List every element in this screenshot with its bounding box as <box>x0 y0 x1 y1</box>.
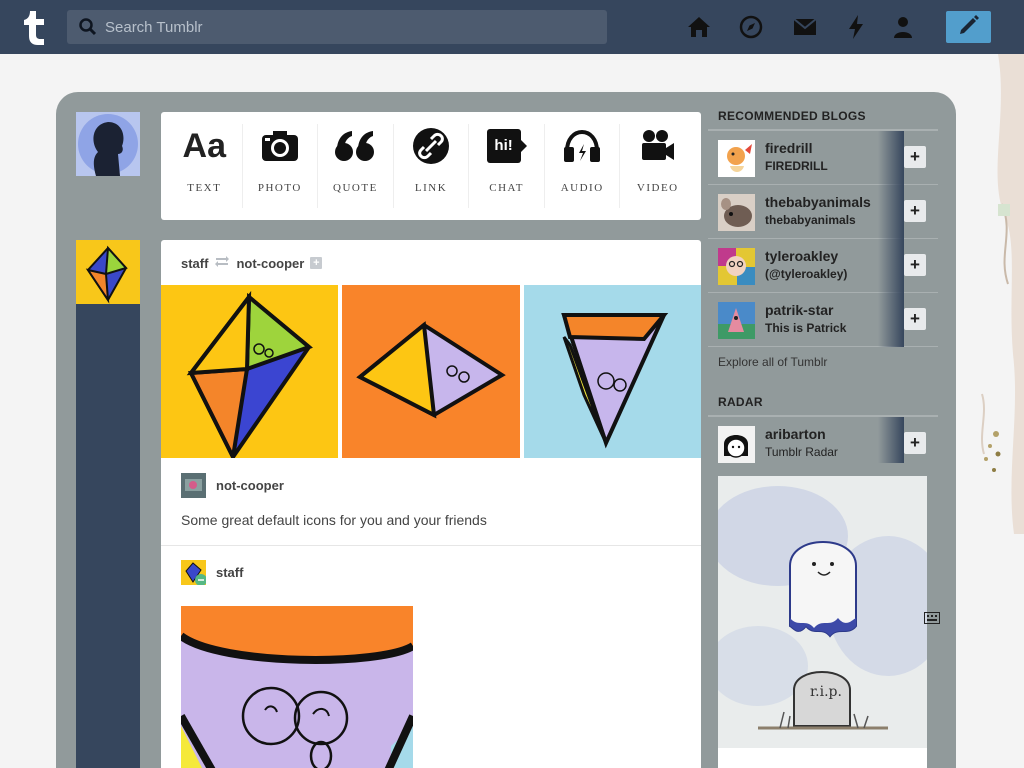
background-illustration <box>968 54 1024 768</box>
search-icon <box>79 18 97 41</box>
follow-button[interactable]: + <box>904 254 926 276</box>
blog-subtitle: thebabyanimals <box>765 213 856 227</box>
original-author-name[interactable]: not-cooper <box>236 256 304 271</box>
blog-subtitle: This is Patrick <box>765 321 847 335</box>
photo-tile-yellow-kite[interactable] <box>161 285 338 464</box>
blog-subtitle: FIREDRILL <box>765 159 828 173</box>
post-type-label: AUDIO <box>560 182 604 194</box>
blog-name: patrik-star <box>765 302 834 318</box>
post-source: not-cooper <box>181 473 284 498</box>
top-nav-bar <box>0 0 1024 54</box>
dashboard-post: staff not-cooper + not-cooper Some great… <box>161 240 701 768</box>
post-type-audio[interactable]: AUDIO <box>545 124 621 208</box>
avatar-rail <box>76 304 140 768</box>
radar-blog-name: aribarton <box>765 426 826 442</box>
link-icon <box>412 124 450 168</box>
post-type-video[interactable]: VIDEO <box>620 124 695 208</box>
blog-avatar[interactable] <box>718 248 755 285</box>
photoset[interactable] <box>161 285 701 464</box>
follow-button[interactable]: + <box>904 200 926 222</box>
post-type-text[interactable]: Aa TEXT <box>167 124 243 208</box>
search-input[interactable] <box>105 10 595 44</box>
blog-avatar[interactable] <box>718 194 755 231</box>
blog-name: tyleroakley <box>765 248 839 264</box>
post-type-label: LINK <box>414 182 448 194</box>
radar-post-image[interactable]: r.i.p. <box>718 476 927 748</box>
post-type-chat[interactable]: hi! CHAT <box>469 124 545 208</box>
headphones-icon <box>562 124 602 168</box>
follow-plus-icon[interactable]: + <box>310 257 323 269</box>
pencil-icon <box>958 14 980 41</box>
blog-subtitle: (@tyleroakley) <box>765 267 848 281</box>
radar-blog-subtitle: Tumblr Radar <box>765 445 838 459</box>
follow-button[interactable]: + <box>904 308 926 330</box>
staff-avatar[interactable] <box>76 240 140 304</box>
svg-text:r.i.p.: r.i.p. <box>810 684 842 700</box>
post-type-label: VIDEO <box>636 182 679 194</box>
search-bar[interactable] <box>67 10 607 44</box>
post-type-link[interactable]: LINK <box>394 124 470 208</box>
post-type-label: PHOTO <box>257 182 302 194</box>
home-icon[interactable] <box>686 14 712 40</box>
activity-icon[interactable] <box>843 14 869 40</box>
reblog-author[interactable]: staff <box>216 565 243 580</box>
quote-icon <box>334 124 376 168</box>
source-name[interactable]: not-cooper <box>216 478 284 493</box>
tumblr-logo-icon[interactable] <box>18 8 50 46</box>
blog-name: thebabyanimals <box>765 194 871 210</box>
post-photo-large[interactable] <box>181 606 413 768</box>
post-type-quote[interactable]: QUOTE <box>318 124 394 208</box>
recommended-blog-item[interactable]: tyleroakley (@tyleroakley) + <box>708 239 938 293</box>
blog-avatar[interactable] <box>718 302 755 339</box>
blog-avatar[interactable] <box>718 140 755 177</box>
camera-icon <box>261 124 299 168</box>
recommended-blogs-title: RECOMMENDED BLOGS <box>708 105 938 131</box>
chat-icon: hi! <box>486 124 527 168</box>
video-camera-icon <box>640 124 676 168</box>
post-header: staff not-cooper + <box>181 255 323 271</box>
radar-title: RADAR <box>708 391 938 417</box>
photo-tile-blue-kite[interactable] <box>524 285 701 458</box>
post-type-selector: Aa TEXT PHOTO QUOTE LINK hi! CHAT AUDIO … <box>161 112 701 220</box>
recommended-blog-item[interactable]: patrik-star This is Patrick + <box>708 293 938 347</box>
explore-icon[interactable] <box>738 14 764 40</box>
explore-all-link[interactable]: Explore all of Tumblr <box>708 347 938 387</box>
recommended-blog-item[interactable]: thebabyanimals thebabyanimals + <box>708 185 938 239</box>
inbox-icon[interactable] <box>792 14 818 40</box>
photo-tile-orange-kite[interactable] <box>342 285 520 458</box>
keyboard-shortcuts-icon[interactable] <box>924 611 940 629</box>
text-icon: Aa <box>182 126 227 165</box>
follow-button[interactable]: + <box>904 146 926 168</box>
post-caption: Some great default icons for you and you… <box>181 512 487 528</box>
account-icon[interactable] <box>890 14 916 40</box>
radar-blog-item[interactable]: aribarton Tumblr Radar + <box>708 417 938 467</box>
blog-name: firedrill <box>765 140 813 156</box>
post-type-label: CHAT <box>489 182 524 194</box>
radar-blog-avatar[interactable] <box>718 426 755 463</box>
recommended-blog-item[interactable]: firedrill FIREDRILL + <box>708 131 938 185</box>
staff-small-avatar[interactable] <box>181 560 207 586</box>
reblogger-name[interactable]: staff <box>181 256 208 271</box>
post-type-photo[interactable]: PHOTO <box>243 124 319 208</box>
radar-post-footer <box>718 748 927 768</box>
sidebar: RECOMMENDED BLOGS firedrill FIREDRILL + … <box>708 105 938 467</box>
follow-button[interactable]: + <box>904 432 926 454</box>
reblog-entry: staff <box>181 560 243 586</box>
reblog-icon <box>214 255 230 271</box>
compose-button[interactable] <box>946 11 991 43</box>
post-divider <box>161 545 701 546</box>
source-avatar[interactable] <box>181 473 206 498</box>
post-type-label: QUOTE <box>333 182 378 194</box>
my-avatar[interactable] <box>76 112 140 176</box>
post-type-label: TEXT <box>187 182 222 194</box>
